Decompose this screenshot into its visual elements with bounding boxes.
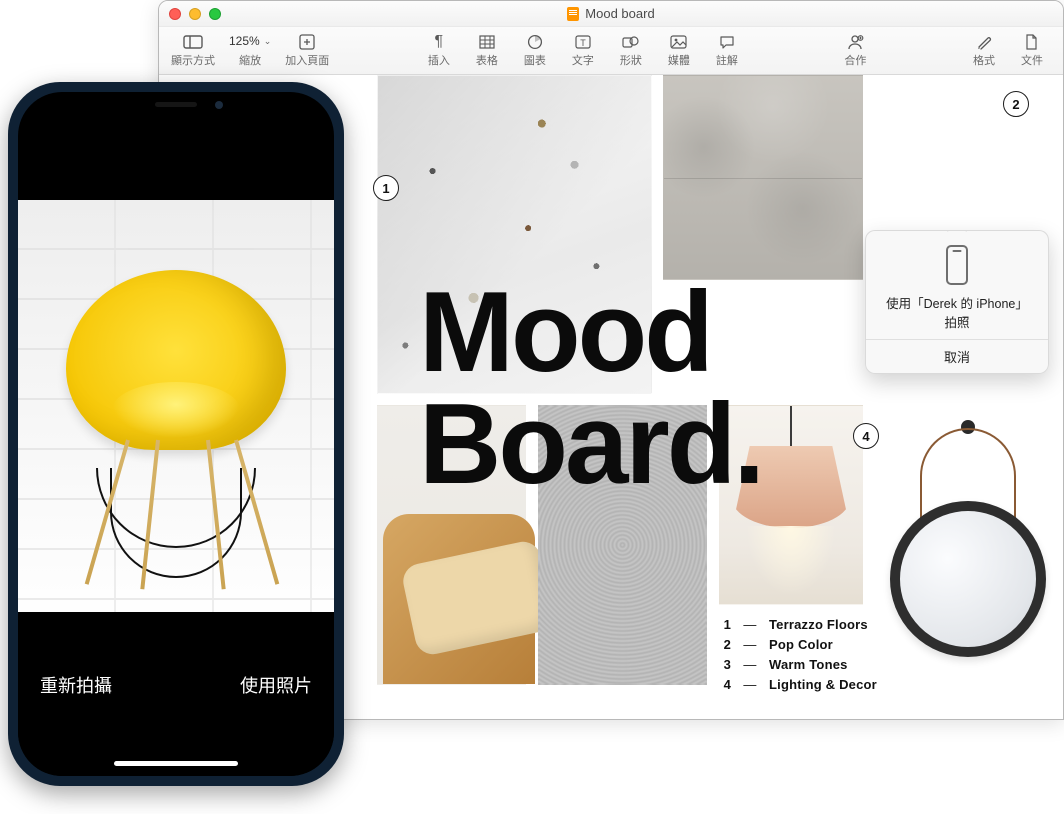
media-button[interactable]: 媒體 [656, 32, 702, 70]
zoom-value: 125% [229, 34, 260, 48]
document-icon [1022, 34, 1042, 50]
insert-label: 插入 [428, 52, 450, 68]
text-label: 文字 [572, 52, 594, 68]
legend-label: Lighting & Decor [769, 675, 877, 695]
chart-icon [525, 34, 545, 50]
table-icon [477, 34, 497, 50]
zoom-window-button[interactable] [209, 8, 221, 20]
collaborate-icon [845, 34, 865, 50]
shape-label: 形狀 [620, 52, 642, 68]
minimize-window-button[interactable] [189, 8, 201, 20]
callout-marker-4: 4 [853, 423, 879, 449]
legend-label: Warm Tones [769, 655, 848, 675]
retake-button[interactable]: 重新拍攝 [40, 672, 112, 698]
phone-outline-icon [946, 245, 968, 285]
comment-label: 註解 [716, 52, 738, 68]
zoom-label: 縮放 [239, 52, 261, 68]
media-label: 媒體 [668, 52, 690, 68]
iphone-screen: 重新拍攝 使用照片 [18, 92, 334, 776]
insert-button[interactable]: ¶ 插入 [416, 32, 462, 70]
close-window-button[interactable] [169, 8, 181, 20]
callout-marker-1: 1 [373, 175, 399, 201]
iphone-device: 重新拍攝 使用照片 [8, 82, 344, 786]
chevron-down-icon: ⌄ [264, 36, 272, 47]
insert-icon: ¶ [429, 34, 449, 50]
legend-row: 4 — Lighting & Decor [719, 675, 949, 695]
document-label: 文件 [1021, 52, 1043, 68]
view-icon [183, 34, 203, 50]
popover-body: 使用「Derek 的 iPhone」 拍照 [866, 231, 1048, 339]
chair-image [56, 260, 296, 590]
window-controls [169, 8, 221, 20]
format-label: 格式 [973, 52, 995, 68]
format-button[interactable]: 格式 [961, 32, 1007, 70]
chart-button[interactable]: 圖表 [512, 32, 558, 70]
add-page-button[interactable]: 加入頁面 [281, 32, 333, 70]
view-button[interactable]: 顯示方式 [167, 32, 219, 70]
popover-cancel-button[interactable]: 取消 [866, 339, 1048, 373]
shape-button[interactable]: 形狀 [608, 32, 654, 70]
legend-row: 3 — Warm Tones [719, 655, 949, 675]
legend-label: Terrazzo Floors [769, 615, 868, 635]
camera-bottom-bar: 重新拍攝 使用照片 [18, 612, 334, 776]
pages-doc-icon [567, 7, 579, 21]
table-button[interactable]: 表格 [464, 32, 510, 70]
popover-text-2: 拍照 [876, 312, 1038, 331]
moodboard-title-l2: Board. [419, 389, 762, 501]
camera-photo-preview [18, 200, 334, 628]
format-icon [974, 34, 994, 50]
legend-row: 1 — Terrazzo Floors [719, 615, 949, 635]
document-button[interactable]: 文件 [1009, 32, 1055, 70]
media-icon [669, 34, 689, 50]
svg-text:T: T [580, 38, 586, 48]
document-title-text: Mood board [585, 6, 654, 21]
moodboard-title[interactable]: Mood Board. [419, 277, 762, 500]
home-indicator[interactable] [114, 761, 238, 766]
moodboard-title-l1: Mood [419, 277, 762, 389]
iphone-notch [101, 92, 251, 118]
legend-list: 1 — Terrazzo Floors 2 — Pop Color 3 — Wa… [719, 615, 949, 696]
text-button[interactable]: T 文字 [560, 32, 606, 70]
shape-icon [621, 34, 641, 50]
comment-button[interactable]: 註解 [704, 32, 750, 70]
continuity-camera-popover: 使用「Derek 的 iPhone」 拍照 取消 [865, 230, 1049, 374]
text-icon: T [573, 34, 593, 50]
legend-row: 2 — Pop Color [719, 635, 949, 655]
collaborate-label: 合作 [844, 52, 866, 68]
add-page-label: 加入頁面 [285, 52, 329, 68]
legend-label: Pop Color [769, 635, 833, 655]
use-photo-button[interactable]: 使用照片 [240, 672, 312, 698]
image-concrete[interactable] [663, 75, 863, 280]
zoom-select[interactable]: 125% ⌄ 縮放 [221, 30, 279, 70]
popover-text-1: 使用「Derek 的 iPhone」 [876, 293, 1038, 312]
view-label: 顯示方式 [171, 52, 215, 68]
callout-marker-2: 2 [1003, 91, 1029, 117]
document-title: Mood board [567, 6, 654, 21]
titlebar: Mood board [159, 1, 1063, 27]
comment-icon [717, 34, 737, 50]
table-label: 表格 [476, 52, 498, 68]
collaborate-button[interactable]: 合作 [832, 32, 878, 70]
add-page-icon [297, 34, 317, 50]
toolbar: 顯示方式 125% ⌄ 縮放 加入頁面 ¶ 插入 [159, 27, 1063, 75]
chart-label: 圖表 [524, 52, 546, 68]
